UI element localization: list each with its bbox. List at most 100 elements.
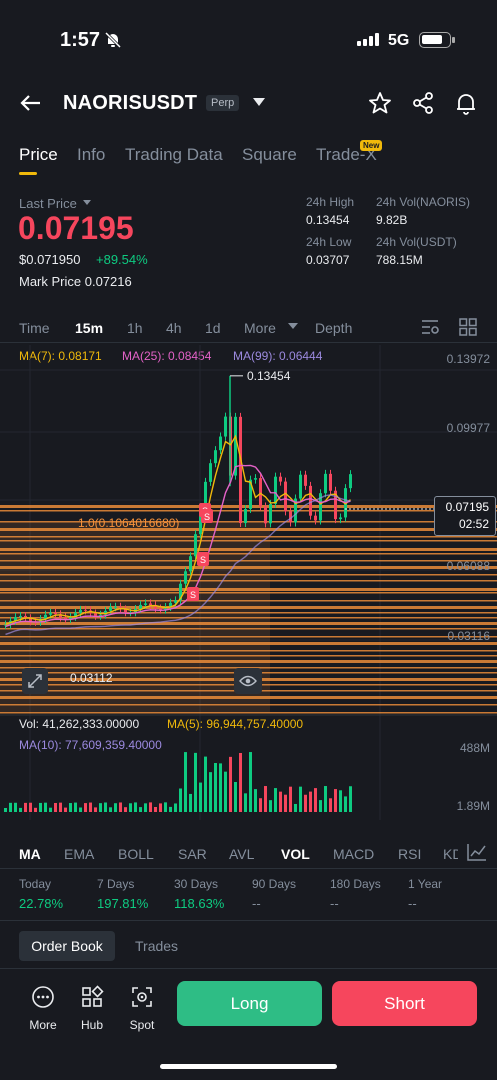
perf-value-1y: -- (408, 896, 417, 911)
nav-more[interactable]: More (21, 985, 65, 1032)
order-book-tab[interactable]: Order Book (19, 931, 115, 961)
candle (144, 603, 147, 605)
indicator-ema[interactable]: EMA (64, 846, 94, 862)
candle (324, 473, 327, 494)
volume-bar (229, 756, 232, 812)
volume-bar (129, 803, 132, 812)
layout-grid-icon[interactable] (459, 318, 477, 341)
candle (349, 474, 352, 489)
battery-icon (419, 32, 455, 48)
chart-settings-icon[interactable] (420, 318, 440, 341)
volume-label: Vol: 41,262,333.00000 (19, 717, 140, 731)
candle (299, 474, 302, 499)
candle (264, 506, 267, 524)
tab-info[interactable]: Info (77, 145, 105, 165)
volume-bar (294, 803, 297, 812)
indicator-avl[interactable]: AVL (229, 846, 254, 862)
timeframe-time[interactable]: Time (19, 320, 50, 336)
volume-bar (309, 791, 312, 812)
more-caret-icon[interactable] (288, 323, 298, 329)
indicator-vol[interactable]: VOL (281, 846, 310, 862)
indicator-ma[interactable]: MA (19, 846, 41, 862)
timeframe-more[interactable]: More (244, 320, 276, 336)
candle (329, 473, 332, 491)
indicator-boll[interactable]: BOLL (118, 846, 154, 862)
volume-bar (104, 802, 107, 812)
volume-bar (299, 786, 302, 812)
symbol-title[interactable]: NAORISUSDT (63, 92, 197, 115)
notification-bell-icon[interactable] (454, 91, 478, 120)
volume-bar (14, 802, 17, 812)
fib-line (0, 712, 497, 714)
contract-type-badge: Perp (206, 95, 240, 111)
volume-bar (159, 803, 162, 812)
indicator-kd[interactable]: KD (443, 846, 458, 862)
nav-hub-label: Hub (80, 1018, 103, 1032)
usd-price: $0.071950 (19, 252, 81, 267)
volume-bar (329, 798, 332, 812)
indicator-macd[interactable]: MACD (333, 846, 374, 862)
volume-bar (19, 807, 22, 812)
y-tick-label: 0.06088 (447, 559, 491, 573)
volume-bar (319, 800, 322, 812)
tab-trading-data[interactable]: Trading Data (125, 145, 223, 165)
long-button[interactable]: Long (177, 981, 322, 1026)
trade-marker-label: S (200, 555, 206, 565)
perf-value-180d: -- (330, 896, 339, 911)
fib-label: 1.0(0.1064016680) (78, 516, 179, 530)
fib-line (0, 510, 497, 512)
volume-bar (84, 803, 87, 812)
candle (224, 416, 227, 437)
timeframe-4h[interactable]: 4h (166, 320, 182, 336)
star-icon[interactable] (368, 91, 392, 120)
indicator-chart-icon[interactable] (467, 843, 487, 866)
candle (194, 534, 197, 557)
countdown-timer: 02:52 (458, 517, 489, 531)
nav-spot[interactable]: Spot (120, 985, 164, 1032)
volume-bar (59, 802, 62, 812)
share-icon[interactable] (411, 91, 435, 120)
candle (209, 463, 212, 482)
timeframe-1h[interactable]: 1h (127, 320, 143, 336)
candle (54, 612, 57, 615)
indicator-rsi[interactable]: RSI (398, 846, 421, 862)
last-price-label[interactable]: Last Price (19, 196, 77, 211)
nav-hub[interactable]: Hub (70, 985, 114, 1032)
new-badge: New (360, 140, 383, 151)
vol-base-value: 9.82B (376, 213, 408, 227)
tab-square[interactable]: Square (242, 145, 297, 165)
back-arrow-icon[interactable] (18, 90, 44, 121)
nav-spot-label: Spot (129, 1018, 155, 1032)
volume-bar (214, 762, 217, 812)
vol-base-label: 24h Vol(NAORIS) (376, 195, 471, 209)
volume-bar (49, 807, 52, 812)
volume-bar (254, 789, 257, 812)
short-button[interactable]: Short (332, 981, 477, 1026)
volume-bar (234, 782, 237, 812)
volume-bar (259, 798, 262, 812)
volume-bar (94, 807, 97, 812)
status-time: 1:57 (60, 29, 101, 51)
indicator-sar[interactable]: SAR (178, 846, 207, 862)
perf-label-7d: 7 Days (97, 877, 135, 891)
symbol-dropdown-icon[interactable] (253, 98, 265, 106)
tab-price[interactable]: Price (19, 145, 58, 165)
timeframe-1d[interactable]: 1d (205, 320, 221, 336)
trade-marker-label: S (190, 590, 196, 600)
expand-icon[interactable] (22, 668, 48, 694)
last-price-dropdown-icon[interactable] (83, 200, 91, 205)
vol-quote-label: 24h Vol(USDT) (376, 235, 457, 249)
timeframe-15m[interactable]: 15m (75, 320, 103, 336)
divider (0, 968, 497, 969)
network-type: 5G (388, 32, 410, 49)
eye-icon[interactable] (234, 668, 262, 694)
timeframe-depth[interactable]: Depth (315, 320, 352, 336)
home-indicator (160, 1064, 337, 1069)
trades-tab[interactable]: Trades (135, 938, 178, 954)
candle (49, 612, 52, 615)
change-percent: +89.54% (96, 252, 148, 267)
fib-line (0, 505, 497, 508)
hub-icon (82, 985, 104, 1007)
volume-bar (239, 752, 242, 812)
high-label: 24h High (306, 195, 355, 209)
